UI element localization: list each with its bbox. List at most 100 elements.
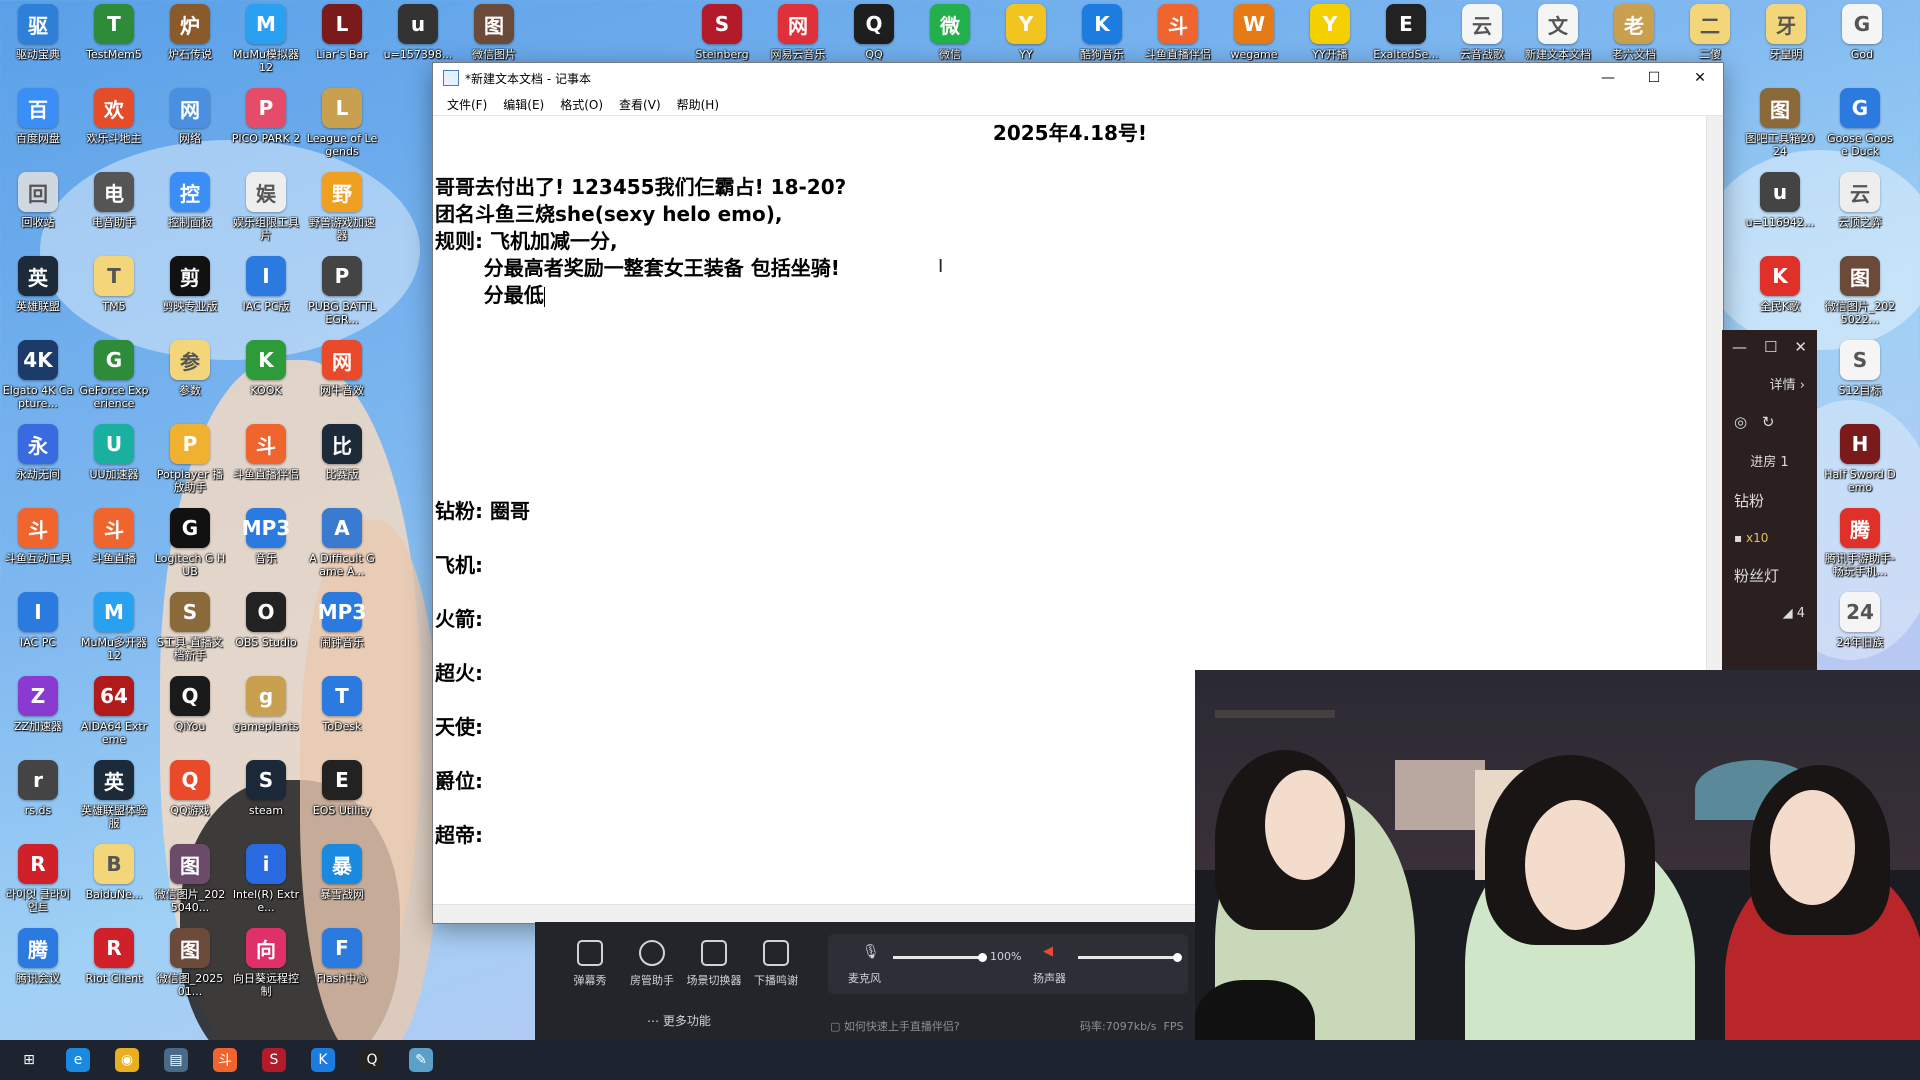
desktop-icon[interactable]: 4K Elgato 4K Capture...: [2, 340, 74, 410]
menu-help[interactable]: 帮助(H): [669, 96, 727, 113]
desktop-icon[interactable]: 向向日葵远程控制: [230, 928, 302, 998]
desktop-icon[interactable]: u u=116942...: [1744, 172, 1816, 229]
desktop-icon[interactable]: 百百度网盘: [2, 88, 74, 145]
menu-format[interactable]: 格式(O): [552, 96, 611, 113]
desktop-icon[interactable]: 图微信图片_2025040...: [154, 844, 226, 914]
speaker-icon[interactable]: ◀: [1043, 944, 1053, 959]
desktop-icon[interactable]: K 全民K歌: [1744, 256, 1816, 313]
desktop-icon[interactable]: 炉炉石传说: [154, 4, 226, 61]
desktop-icon[interactable]: I IAC PC版: [230, 256, 302, 313]
desktop-icon[interactable]: K 酷狗音乐: [1066, 4, 1138, 61]
mic-volume-knob[interactable]: [978, 953, 987, 962]
desktop-icon[interactable]: G God: [1826, 4, 1898, 61]
room-admin-button[interactable]: 房管助手: [622, 940, 682, 988]
desktop-icon[interactable]: 斗斗鱼互动工具: [2, 508, 74, 565]
desktop-icon[interactable]: Q QQ: [838, 4, 910, 61]
desktop-icon[interactable]: 英英雄联盟: [2, 256, 74, 313]
desktop-icon[interactable]: 娱娱乐组限工具片: [230, 172, 302, 242]
desktop-icon[interactable]: 斗斗鱼直播伴侣: [1142, 4, 1214, 61]
desktop-icon[interactable]: 网网络: [154, 88, 226, 145]
desktop-icon[interactable]: 牙牙皇明: [1750, 4, 1822, 61]
taskbar-start-button[interactable]: ⊞: [9, 1040, 49, 1080]
desktop-icon[interactable]: 图微信图片_2025022...: [1824, 256, 1896, 326]
desktop-icon[interactable]: Wwegame: [1218, 4, 1290, 61]
menu-view[interactable]: 查看(V): [611, 96, 669, 113]
desktop-icon[interactable]: 控控制面板: [154, 172, 226, 229]
desktop-icon[interactable]: Ssteam: [230, 760, 302, 817]
desktop-icon[interactable]: F Flash中心: [306, 928, 378, 985]
taskbar-notepad-button[interactable]: ✎: [401, 1040, 441, 1080]
taskbar-file-explorer-button[interactable]: ▤: [156, 1040, 196, 1080]
desktop-icon[interactable]: T TM5: [78, 256, 150, 313]
desktop-icon[interactable]: I IAC PC: [2, 592, 74, 649]
more-features-button[interactable]: ⋯ 更多功能: [647, 1012, 711, 1029]
menu-edit[interactable]: 编辑(E): [495, 96, 552, 113]
desktop-icon[interactable]: M MuMu多开器12: [78, 592, 150, 662]
speaker-volume-slider[interactable]: [1078, 956, 1178, 959]
panel-minimize-icon[interactable]: —: [1732, 338, 1747, 356]
desktop-icon[interactable]: MP3 闹钟音乐: [306, 592, 378, 649]
desktop-icon[interactable]: G Logitech G HUB: [154, 508, 226, 578]
desktop-icon[interactable]: B BaiduNe...: [78, 844, 150, 901]
desktop-icon[interactable]: O OBS Studio: [230, 592, 302, 649]
desktop-icon[interactable]: 24 24年旧族: [1824, 592, 1896, 649]
desktop-icon[interactable]: 腾腾讯手游助手-畅玩手机...: [1824, 508, 1896, 578]
desktop-icon[interactable]: g gameplants: [230, 676, 302, 733]
desktop-icon[interactable]: M MuMu模拟器12: [230, 4, 302, 74]
desktop-icon[interactable]: L League of Legends: [306, 88, 378, 158]
desktop-icon[interactable]: 暴暴雪战网: [306, 844, 378, 901]
desktop-icon[interactable]: 二二傻: [1674, 4, 1746, 61]
taskbar-chrome-button[interactable]: ◉: [107, 1040, 147, 1080]
desktop-icon[interactable]: 图微信图片: [458, 4, 530, 61]
desktop-icon[interactable]: r rs.ds: [2, 760, 74, 817]
desktop-icon[interactable]: 野野兽游戏加速器: [306, 172, 378, 242]
panel-window-icon[interactable]: ☐: [1764, 338, 1777, 356]
desktop-icon[interactable]: K KOOK: [230, 340, 302, 397]
desktop-icon[interactable]: H Half Sword Demo: [1824, 424, 1896, 494]
desktop-icon[interactable]: 比比赛版: [306, 424, 378, 481]
taskbar-kugou-button[interactable]: K: [303, 1040, 343, 1080]
desktop-icon[interactable]: MP3 音乐: [230, 508, 302, 565]
desktop-icon[interactable]: i Intel(R) Extre...: [230, 844, 302, 914]
desktop-icon[interactable]: 剪剪映专业版: [154, 256, 226, 313]
panel-close-icon[interactable]: ✕: [1794, 338, 1807, 356]
desktop-icon[interactable]: S S12目标: [1824, 340, 1896, 397]
desktop-icon[interactable]: 英英雄联盟体验服: [78, 760, 150, 830]
taskbar-steinberg-button[interactable]: S: [254, 1040, 294, 1080]
desktop-icon[interactable]: 文新建文本文档: [1522, 4, 1594, 61]
desktop-icon[interactable]: 回回收站: [2, 172, 74, 229]
desktop-icon[interactable]: 微微信: [914, 4, 986, 61]
desktop-icon[interactable]: 驱驱动宝典: [2, 4, 74, 61]
desktop-icon[interactable]: 网网易云音乐: [762, 4, 834, 61]
desktop-icon[interactable]: A A Difficult Game A...: [306, 508, 378, 578]
desktop-icon[interactable]: T TestMem5: [78, 4, 150, 61]
desktop-icon[interactable]: R 라이엇 클라이언트: [2, 844, 74, 914]
desktop-icon[interactable]: 老老六文档: [1598, 4, 1670, 61]
desktop-icon[interactable]: 64 AIDA64 Extreme: [78, 676, 150, 746]
refresh-icon[interactable]: ↻: [1762, 413, 1775, 431]
maximize-button[interactable]: ☐: [1631, 63, 1677, 93]
desktop-icon[interactable]: P PUBG BATTLEGR...: [306, 256, 378, 326]
desktop-icon[interactable]: Q QQ游戏: [154, 760, 226, 817]
desktop-icon[interactable]: T ToDesk: [306, 676, 378, 733]
desktop-icon[interactable]: E ExaltedSe...: [1370, 4, 1442, 61]
desktop-icon[interactable]: S Steinberg: [686, 4, 758, 61]
desktop-icon[interactable]: 斗斗鱼直播伴侣: [230, 424, 302, 481]
speaker-volume-knob[interactable]: [1173, 953, 1182, 962]
desktop-icon[interactable]: 云云音战歌: [1446, 4, 1518, 61]
desktop-icon[interactable]: 云云顶之弈: [1824, 172, 1896, 229]
desktop-icon[interactable]: 腾腾讯会议: [2, 928, 74, 985]
desktop-icon[interactable]: P PICO PARK 2: [230, 88, 302, 145]
desktop-icon[interactable]: 欢欢乐斗地主: [78, 88, 150, 145]
target-icon[interactable]: ◎: [1734, 413, 1747, 431]
desktop-icon[interactable]: 图微信图_202501...: [154, 928, 226, 998]
desktop-icon[interactable]: 网网牛音效: [306, 340, 378, 397]
desktop-icon[interactable]: 电电音助手: [78, 172, 150, 229]
close-button[interactable]: ✕: [1677, 63, 1723, 93]
desktop-icon[interactable]: 永永劫无间: [2, 424, 74, 481]
desktop-icon[interactable]: R Riot Client: [78, 928, 150, 985]
danmaku-show-button[interactable]: 弹幕秀: [560, 940, 620, 988]
desktop-icon[interactable]: S S工具-直播文档新手: [154, 592, 226, 662]
taskbar-douyu-button[interactable]: 斗: [205, 1040, 245, 1080]
desktop-icon[interactable]: G Goose Goose Duck: [1824, 88, 1896, 158]
